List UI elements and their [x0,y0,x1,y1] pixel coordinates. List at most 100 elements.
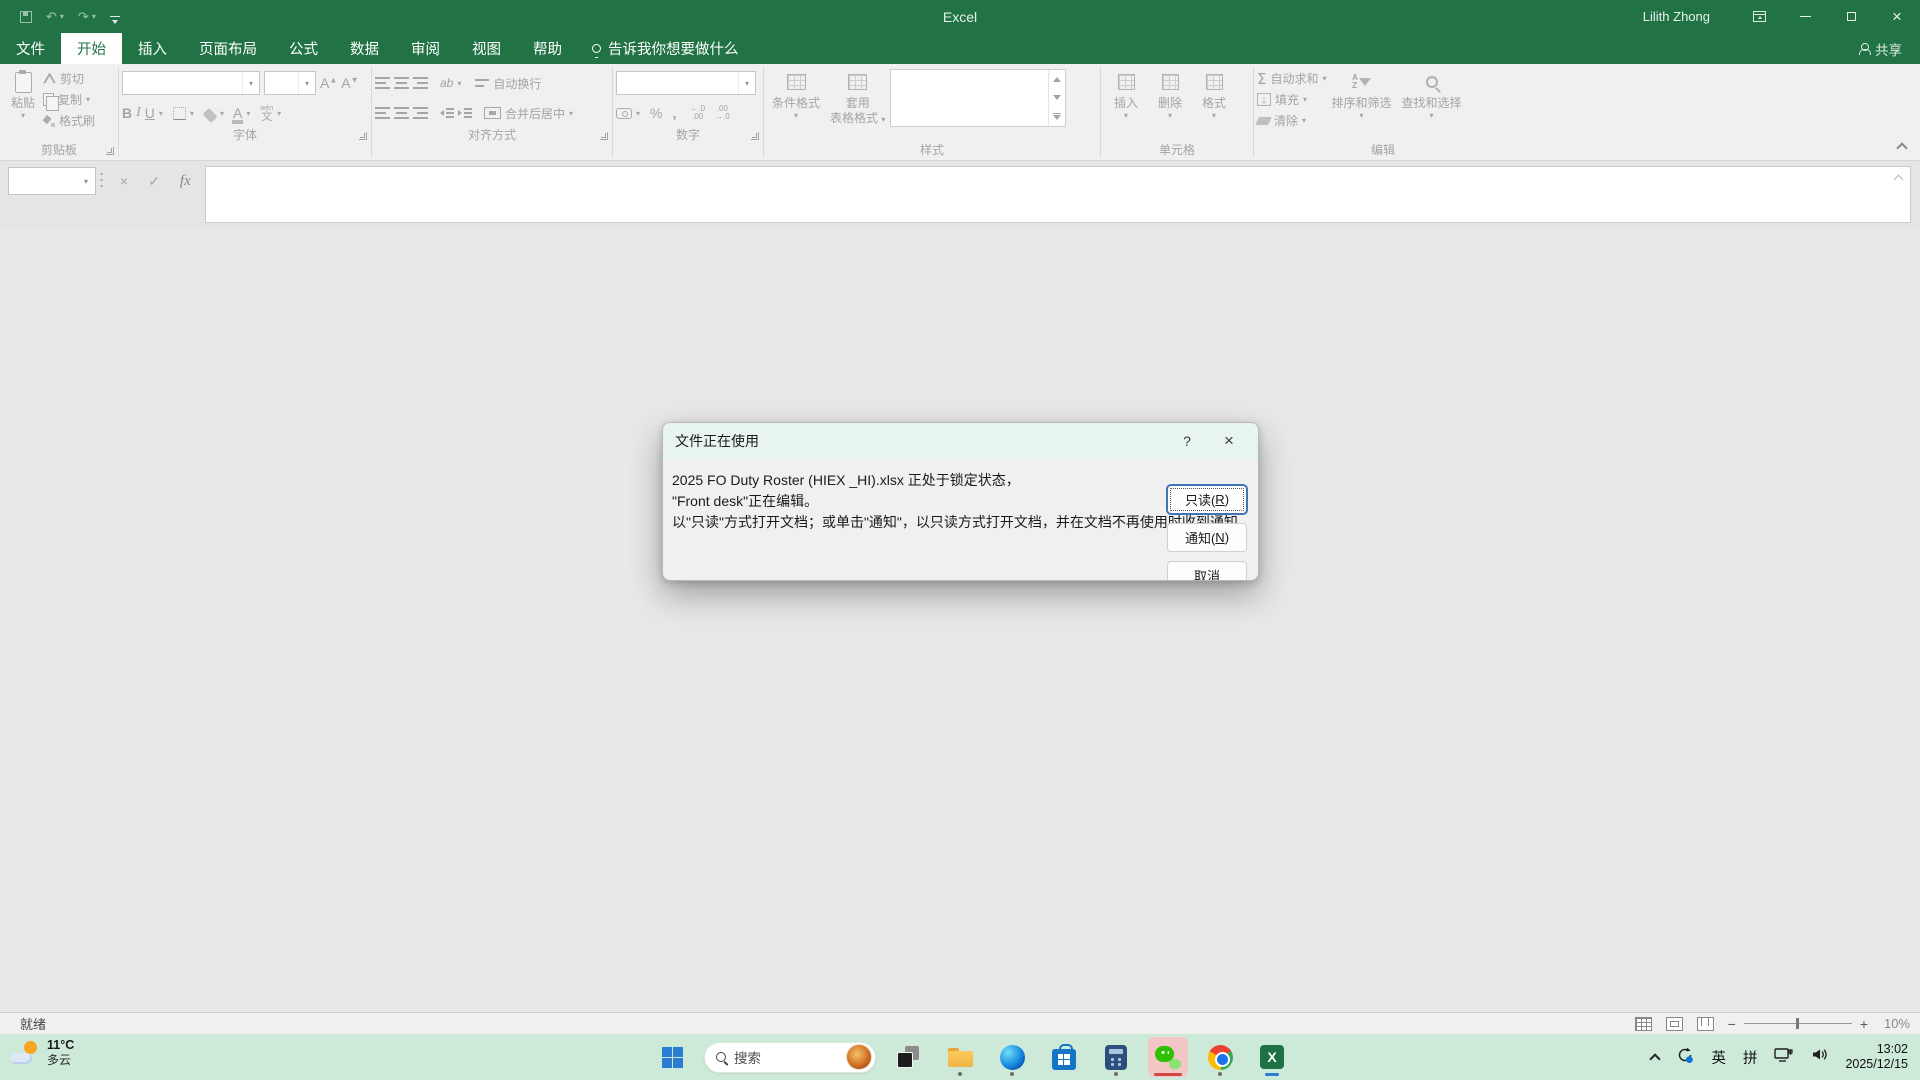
gallery-more-icon[interactable] [1053,113,1061,120]
font-name-combobox[interactable]: ▾ [122,71,260,95]
zoom-in-button[interactable]: + [1860,1016,1868,1032]
hidden-icons-chevron[interactable] [1650,1053,1661,1064]
enter-entry-button[interactable]: ✓ [148,173,160,190]
gallery-scroll-up-icon[interactable] [1053,77,1061,82]
cancel-button[interactable]: 取消 [1167,561,1247,581]
network-tray-icon[interactable] [1774,1047,1794,1068]
task-view-button[interactable] [888,1037,928,1077]
phonetic-dropdown[interactable]: ▾ [277,109,281,118]
zoom-level[interactable]: 10% [1876,1016,1910,1031]
grow-font-button[interactable]: A▲ [320,75,337,91]
comma-style-button[interactable]: , [672,105,676,121]
volume-tray-icon[interactable] [1811,1047,1828,1067]
chrome-button[interactable] [1200,1037,1240,1077]
font-color-button[interactable]: A [233,106,242,120]
ime-mode-indicator[interactable]: 拼 [1743,1047,1758,1068]
borders-dropdown[interactable]: ▾ [190,109,194,118]
underline-button[interactable]: U [145,105,155,121]
orientation-button[interactable]: ab [440,76,453,90]
accounting-dropdown[interactable]: ▾ [636,109,640,118]
cell-styles-gallery[interactable] [890,69,1066,127]
dialog-help-button[interactable]: ? [1170,433,1204,449]
ime-language-indicator[interactable]: 英 [1711,1047,1726,1068]
top-align-button[interactable] [375,77,390,89]
collapse-ribbon-button[interactable] [1896,142,1907,153]
format-cells-button[interactable]: 格式▾ [1192,65,1236,120]
wrap-text-button[interactable]: 自动换行 [475,73,541,94]
name-box-resizer[interactable] [100,171,103,191]
redo-button[interactable]: ↷▾ [78,10,96,23]
orientation-dropdown[interactable]: ▾ [457,79,461,88]
insert-cells-button[interactable]: 插入▾ [1104,65,1148,120]
cut-button[interactable]: 剪切 [43,68,95,89]
excel-taskbar-button[interactable]: X [1252,1037,1292,1077]
name-box[interactable]: ▾ [8,167,96,195]
edge-button[interactable] [992,1037,1032,1077]
shrink-font-button[interactable]: A▼ [341,75,358,91]
align-center-button[interactable] [394,107,409,119]
tab-formulas[interactable]: 公式 [273,33,334,64]
tab-insert[interactable]: 插入 [122,33,183,64]
sync-tray-icon[interactable] [1676,1046,1694,1069]
underline-dropdown[interactable]: ▾ [159,109,163,118]
tab-view[interactable]: 视图 [456,33,517,64]
middle-align-button[interactable] [394,77,409,89]
format-painter-button[interactable]: 格式刷 [43,110,95,131]
page-break-preview-button[interactable] [1697,1017,1714,1031]
close-button[interactable]: × [1874,0,1920,33]
decrease-decimal-button[interactable]: .00→.0 [715,105,730,121]
save-button[interactable] [20,11,32,23]
undo-button[interactable]: ↶▾ [46,10,64,23]
fill-button[interactable]: ↓填充▾ [1257,89,1327,110]
wechat-button[interactable] [1148,1037,1188,1077]
notify-button[interactable]: 通知(N) [1167,523,1247,552]
borders-button[interactable] [173,107,186,120]
normal-view-button[interactable] [1635,1017,1652,1031]
name-box-dropdown-icon[interactable]: ▾ [77,168,95,194]
gallery-scrollbar[interactable] [1048,70,1065,126]
font-size-combobox[interactable]: ▾ [264,71,316,95]
formula-bar-input[interactable] [205,166,1911,223]
start-button[interactable] [652,1037,692,1077]
italic-button[interactable]: I [136,105,141,121]
tab-help[interactable]: 帮助 [517,33,578,64]
font-dialog-launcher[interactable] [359,132,367,140]
tab-review[interactable]: 审阅 [395,33,456,64]
merge-center-button[interactable]: 合并后居中▾ [484,103,573,124]
customize-qat-button[interactable] [110,16,120,17]
ribbon-display-options-button[interactable] [1736,0,1782,33]
tab-page-layout[interactable]: 页面布局 [183,33,273,64]
clear-button[interactable]: 清除▾ [1257,110,1327,131]
expand-formula-bar-icon[interactable] [1894,175,1904,185]
taskbar-clock[interactable]: 13:02 2025/12/15 [1845,1042,1908,1072]
calculator-button[interactable] [1096,1037,1136,1077]
tab-home[interactable]: 开始 [61,33,122,64]
bold-button[interactable]: B [122,105,132,121]
decrease-indent-button[interactable] [440,108,454,119]
paste-button[interactable]: 粘贴▾ [3,65,43,120]
number-format-combobox[interactable]: ▾ [616,71,756,95]
alignment-dialog-launcher[interactable] [600,132,608,140]
accounting-format-button[interactable] [616,108,632,119]
fill-color-button[interactable] [203,108,218,123]
align-left-button[interactable] [375,107,390,119]
insert-function-button[interactable]: fx [180,173,191,190]
number-dialog-launcher[interactable] [751,132,759,140]
autosum-button[interactable]: Σ自动求和▾ [1257,68,1327,89]
bottom-align-button[interactable] [413,77,428,89]
clipboard-dialog-launcher[interactable] [106,147,114,155]
cancel-entry-button[interactable]: × [120,173,128,189]
share-button[interactable]: 共享 [1859,33,1920,64]
zoom-slider-thumb[interactable] [1796,1018,1799,1029]
minimize-button[interactable] [1782,0,1828,33]
delete-cells-button[interactable]: 删除▾ [1148,65,1192,120]
copy-button[interactable]: 复制▾ [43,89,95,110]
restore-button[interactable] [1828,0,1874,33]
page-layout-view-button[interactable] [1666,1017,1683,1031]
find-select-button[interactable]: 查找和选择▾ [1397,65,1467,120]
tab-data[interactable]: 数据 [334,33,395,64]
read-only-button[interactable]: 只读(R) [1167,485,1247,514]
microsoft-store-button[interactable] [1044,1037,1084,1077]
dialog-close-button[interactable]: × [1212,431,1246,451]
format-as-table-button[interactable]: 套用 表格格式 ▾ [825,65,890,126]
